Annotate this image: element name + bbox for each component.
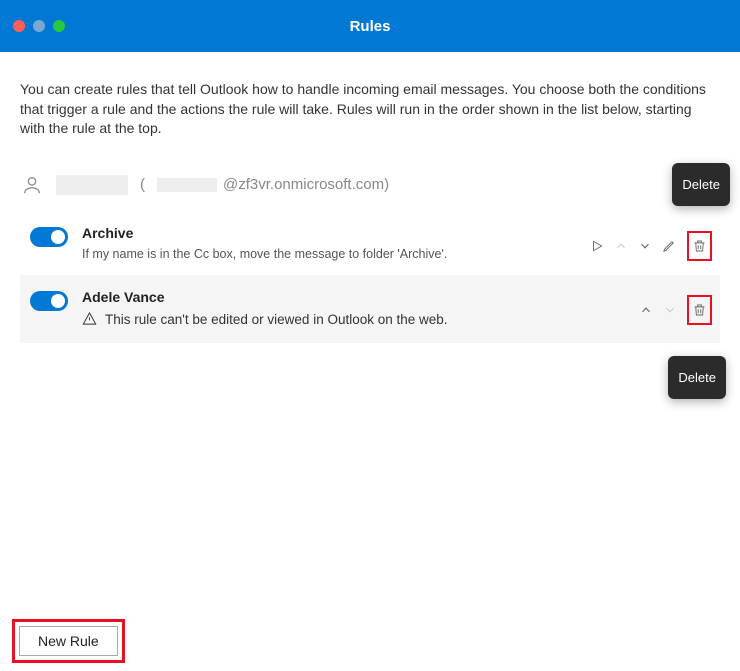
rule-toggle[interactable] [30, 291, 68, 311]
move-down-icon[interactable] [638, 239, 652, 253]
new-rule-button[interactable]: New Rule [19, 626, 118, 656]
delete-button-highlight [687, 231, 712, 261]
account-row: ( @zf3vr.onmicrosoft.com) [20, 167, 720, 211]
delete-icon[interactable] [692, 302, 707, 318]
rule-row: Archive If my name is in the Cc box, mov… [20, 211, 720, 275]
delete-icon[interactable] [692, 238, 707, 254]
move-up-icon[interactable] [639, 303, 653, 317]
delete-tooltip: Delete [672, 163, 730, 206]
minimize-window-button[interactable] [33, 20, 45, 32]
redacted-local [157, 178, 217, 192]
window-titlebar: Rules [0, 0, 740, 52]
person-icon [20, 173, 44, 197]
delete-tooltip: Delete [668, 356, 726, 399]
rule-name: Adele Vance [82, 289, 639, 305]
account-domain: @zf3vr.onmicrosoft.com) [223, 176, 389, 193]
window-title: Rules [350, 18, 391, 35]
rule-toggle[interactable] [30, 227, 68, 247]
traffic-lights [13, 20, 65, 32]
rule-name: Archive [82, 225, 590, 241]
run-rule-icon[interactable] [590, 239, 604, 253]
redacted-name [56, 175, 128, 195]
rule-warning-text: This rule can't be edited or viewed in O… [105, 312, 448, 327]
account-open-paren: ( [140, 176, 145, 193]
edit-icon[interactable] [662, 238, 677, 253]
delete-button-highlight [687, 295, 712, 325]
move-down-icon[interactable] [663, 303, 677, 317]
intro-text: You can create rules that tell Outlook h… [20, 80, 720, 139]
move-up-icon[interactable] [614, 239, 628, 253]
rule-description: If my name is in the Cc box, move the me… [82, 247, 590, 261]
warning-icon [82, 311, 97, 329]
zoom-window-button[interactable] [53, 20, 65, 32]
new-rule-highlight: New Rule [12, 619, 125, 663]
rule-row: Adele Vance This rule can't be edited or… [20, 275, 720, 343]
close-window-button[interactable] [13, 20, 25, 32]
